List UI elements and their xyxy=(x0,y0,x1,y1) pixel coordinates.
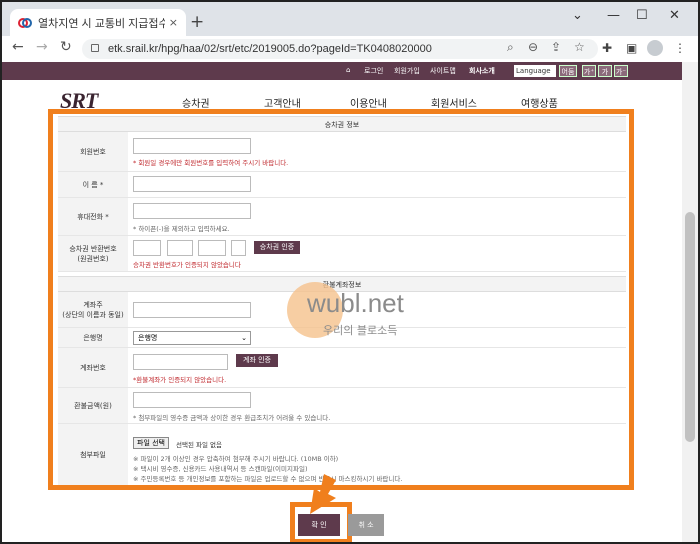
browser-toolbar: ← → ↻ etk.srail.kr/hpg/haa/02/srt/etc/20… xyxy=(2,36,698,62)
maximize-button[interactable]: ☐ xyxy=(636,8,648,23)
profile-avatar[interactable] xyxy=(647,40,663,56)
tab-search-icon[interactable]: ⌄ xyxy=(572,8,583,23)
language-select[interactable]: Language xyxy=(514,65,556,77)
cancel-button[interactable]: 취 소 xyxy=(348,514,384,536)
more-menu-icon[interactable]: ⋮ xyxy=(674,41,686,55)
theme-button[interactable]: 어둠 xyxy=(559,65,577,77)
zoom-icon[interactable]: ⊖ xyxy=(528,40,538,54)
menu-guide[interactable]: 이용안내 xyxy=(350,95,387,110)
minimize-button[interactable]: — xyxy=(607,8,620,23)
browser-tab[interactable]: 열차지연 시 교통비 지급접수 | … × xyxy=(10,9,186,36)
sidepanel-icon[interactable]: ▣ xyxy=(626,41,637,55)
login-link[interactable]: 로그인 xyxy=(364,66,383,76)
tab-title: 열차지연 시 교통비 지급접수 | … xyxy=(38,17,165,30)
scrollbar-thumb[interactable] xyxy=(685,212,695,442)
page-scrollbar[interactable] xyxy=(682,62,698,542)
company-link[interactable]: 회사소개 xyxy=(469,66,495,76)
url-text: etk.srail.kr/hpg/haa/02/srt/etc/2019005.… xyxy=(108,43,432,55)
srt-favicon-icon xyxy=(18,16,32,30)
font-minus-button[interactable]: 가⁻ xyxy=(614,65,628,77)
home-icon[interactable]: ⌂ xyxy=(346,66,350,74)
forward-icon[interactable]: → xyxy=(36,39,48,55)
confirm-button[interactable]: 확 인 xyxy=(298,514,340,536)
form-highlight-box xyxy=(48,109,634,490)
menu-travel[interactable]: 여행상품 xyxy=(521,95,558,110)
reload-icon[interactable]: ↻ xyxy=(60,39,72,55)
menu-customer[interactable]: 고객안내 xyxy=(264,95,301,110)
font-plus-button[interactable]: 가⁺ xyxy=(582,65,596,77)
new-tab-button[interactable]: + xyxy=(190,12,204,32)
menu-member[interactable]: 회원서비스 xyxy=(431,95,477,110)
close-window-button[interactable]: ✕ xyxy=(669,8,680,23)
site-topbar: ⌂ 로그인 회원가입 사이트맵 회사소개 Language 어둠 가⁺ 가 가⁻ xyxy=(2,62,682,80)
tab-close-icon[interactable]: × xyxy=(169,16,178,29)
address-bar[interactable]: etk.srail.kr/hpg/haa/02/srt/etc/2019005.… xyxy=(82,39,598,59)
bookmark-star-icon[interactable]: ☆ xyxy=(574,40,585,54)
search-icon[interactable]: ⌕ xyxy=(507,40,514,55)
share-icon[interactable]: ⇪ xyxy=(551,40,561,54)
browser-tabstrip: 열차지연 시 교통비 지급접수 | … × + ⌄ — ☐ ✕ xyxy=(2,2,698,36)
lock-icon xyxy=(91,44,99,52)
sitemap-link[interactable]: 사이트맵 xyxy=(430,66,456,76)
screenshot-frame: 열차지연 시 교통비 지급접수 | … × + ⌄ — ☐ ✕ ← → ↻ et… xyxy=(0,0,700,544)
join-link[interactable]: 회원가입 xyxy=(394,66,420,76)
menu-ticket[interactable]: 승차권 xyxy=(182,95,210,110)
font-normal-button[interactable]: 가 xyxy=(598,65,612,77)
extensions-icon[interactable]: ✚ xyxy=(602,41,612,55)
back-icon[interactable]: ← xyxy=(12,39,24,55)
